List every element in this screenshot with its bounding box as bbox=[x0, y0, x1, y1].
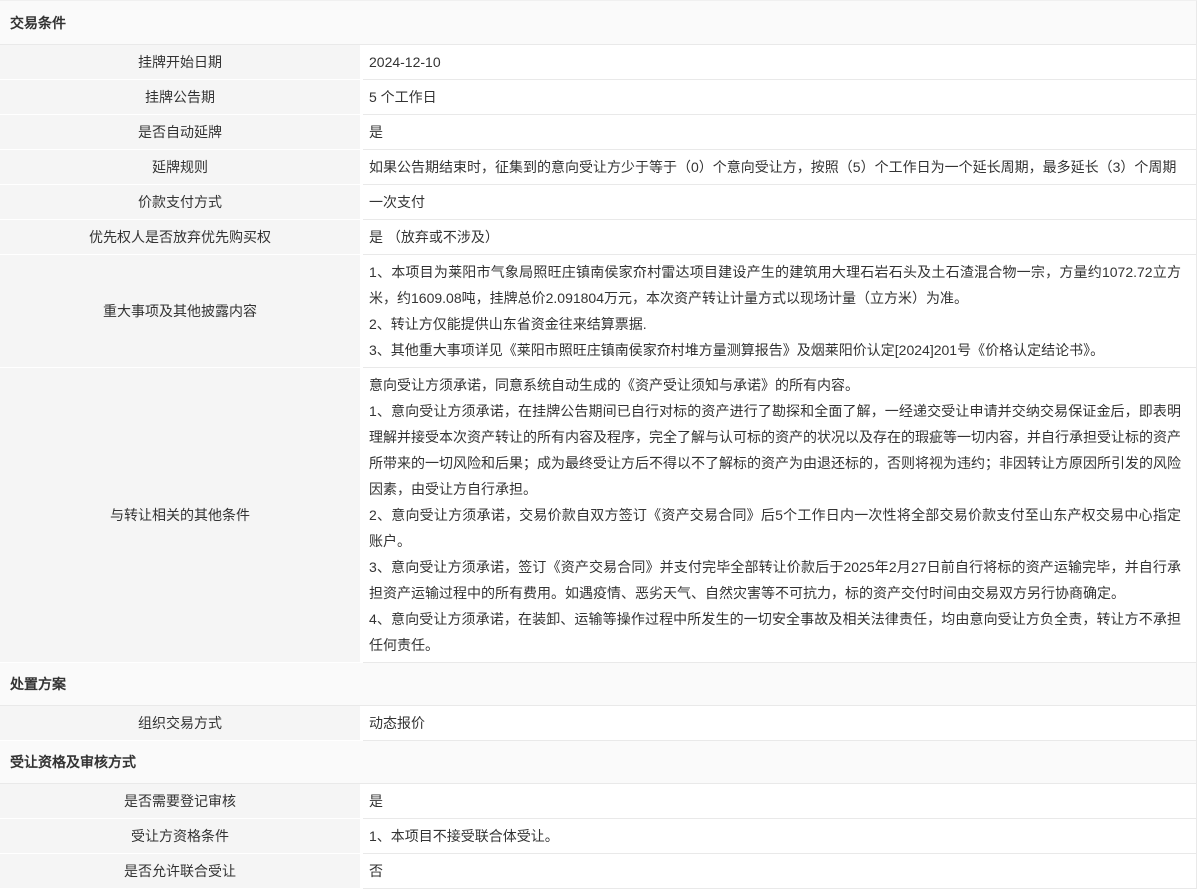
row-value: 意向受让方须承诺，同意系统自动生成的《资产受让须知与承诺》的所有内容。1、意向受… bbox=[363, 368, 1196, 663]
table-row: 与转让相关的其他条件意向受让方须承诺，同意系统自动生成的《资产受让须知与承诺》的… bbox=[0, 368, 1196, 663]
table-row: 是否允许联合受让否 bbox=[0, 854, 1196, 889]
row-value: 是 （放弃或不涉及） bbox=[363, 220, 1196, 255]
value-paragraph: 1、本项目为莱阳市气象局照旺庄镇南侯家夼村雷达项目建设产生的建筑用大理石岩石头及… bbox=[369, 259, 1181, 311]
value-paragraph: 意向受让方须承诺，同意系统自动生成的《资产受让须知与承诺》的所有内容。 bbox=[369, 372, 1181, 398]
listing-detail-page: 交易条件挂牌开始日期2024-12-10挂牌公告期5 个工作日是否自动延牌是延牌… bbox=[0, 0, 1200, 889]
section-title: 受让资格及审核方式 bbox=[0, 741, 1196, 784]
value-paragraph: 2、意向受让方须承诺，交易价款自双方签订《资产交易合同》后5个工作日内一次性将全… bbox=[369, 502, 1181, 554]
row-label: 价款支付方式 bbox=[0, 185, 360, 220]
row-value: 是 bbox=[363, 115, 1196, 150]
table-row: 重大事项及其他披露内容1、本项目为莱阳市气象局照旺庄镇南侯家夼村雷达项目建设产生… bbox=[0, 255, 1196, 368]
row-label: 优先权人是否放弃优先购买权 bbox=[0, 220, 360, 255]
row-value: 5 个工作日 bbox=[363, 80, 1196, 115]
value-paragraph: 3、其他重大事项详见《莱阳市照旺庄镇南侯家夼村堆方量测算报告》及烟莱阳价认定[2… bbox=[369, 337, 1181, 363]
value-paragraph: 4、意向受让方须承诺，在装卸、运输等操作过程中所发生的一切安全事故及相关法律责任… bbox=[369, 606, 1181, 658]
table-row: 是否需要登记审核是 bbox=[0, 784, 1196, 819]
row-label: 挂牌开始日期 bbox=[0, 45, 360, 80]
row-label: 受让方资格条件 bbox=[0, 819, 360, 854]
section-title: 处置方案 bbox=[0, 663, 1196, 706]
table-row: 价款支付方式一次支付 bbox=[0, 185, 1196, 220]
row-label: 是否允许联合受让 bbox=[0, 854, 360, 889]
row-value: 否 bbox=[363, 854, 1196, 889]
row-label: 是否需要登记审核 bbox=[0, 784, 360, 819]
row-value: 2024-12-10 bbox=[363, 45, 1196, 80]
row-label: 延牌规则 bbox=[0, 150, 360, 185]
transaction-info-table: 交易条件挂牌开始日期2024-12-10挂牌公告期5 个工作日是否自动延牌是延牌… bbox=[0, 0, 1197, 889]
row-value: 1、本项目不接受联合体受让。 bbox=[363, 819, 1196, 854]
row-value: 是 bbox=[363, 784, 1196, 819]
section-title: 交易条件 bbox=[0, 1, 1196, 45]
row-label: 与转让相关的其他条件 bbox=[0, 368, 360, 663]
row-value: 动态报价 bbox=[363, 706, 1196, 741]
row-value: 一次支付 bbox=[363, 185, 1196, 220]
row-label: 重大事项及其他披露内容 bbox=[0, 255, 360, 368]
table-row: 挂牌公告期5 个工作日 bbox=[0, 80, 1196, 115]
row-label: 挂牌公告期 bbox=[0, 80, 360, 115]
row-value: 1、本项目为莱阳市气象局照旺庄镇南侯家夼村雷达项目建设产生的建筑用大理石岩石头及… bbox=[363, 255, 1196, 368]
table-row: 组织交易方式动态报价 bbox=[0, 706, 1196, 741]
row-value: 如果公告期结束时，征集到的意向受让方少于等于（0）个意向受让方，按照（5）个工作… bbox=[363, 150, 1196, 185]
value-paragraph: 2、转让方仅能提供山东省资金往来结算票据. bbox=[369, 311, 1181, 337]
table-row: 延牌规则如果公告期结束时，征集到的意向受让方少于等于（0）个意向受让方，按照（5… bbox=[0, 150, 1196, 185]
row-label: 是否自动延牌 bbox=[0, 115, 360, 150]
table-row: 受让方资格条件1、本项目不接受联合体受让。 bbox=[0, 819, 1196, 854]
table-row: 挂牌开始日期2024-12-10 bbox=[0, 45, 1196, 80]
value-paragraph: 3、意向受让方须承诺，签订《资产交易合同》并支付完毕全部转让价款后于2025年2… bbox=[369, 554, 1181, 606]
value-paragraph: 1、意向受让方须承诺，在挂牌公告期间已自行对标的资产进行了勘探和全面了解，一经递… bbox=[369, 398, 1181, 502]
row-label: 组织交易方式 bbox=[0, 706, 360, 741]
table-row: 优先权人是否放弃优先购买权是 （放弃或不涉及） bbox=[0, 220, 1196, 255]
table-row: 是否自动延牌是 bbox=[0, 115, 1196, 150]
